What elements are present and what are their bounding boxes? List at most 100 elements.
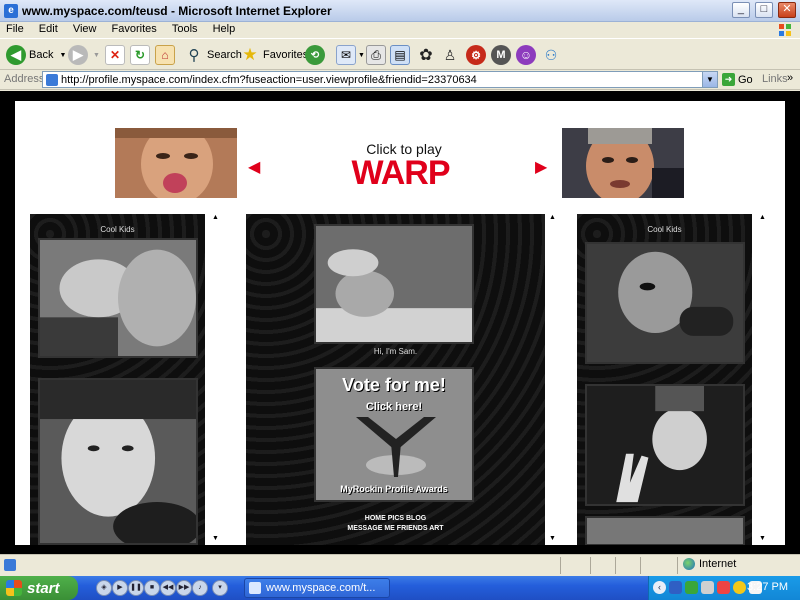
edit-icon: ▤ <box>390 45 410 65</box>
menu-view[interactable]: View <box>67 22 103 36</box>
start-button[interactable]: start <box>0 576 78 600</box>
go-label: Go <box>738 73 753 86</box>
toolbar-icon-m[interactable]: M <box>491 43 511 67</box>
media-volume-icon[interactable]: ♪ <box>192 580 208 596</box>
mail-button[interactable]: ✉ ▼ <box>336 43 365 67</box>
left-arrow-icon[interactable]: ◀ <box>248 157 260 177</box>
status-divider <box>615 557 616 574</box>
scroll-up-icon[interactable]: ▲ <box>212 214 219 221</box>
media-play-icon[interactable]: ▶ <box>112 580 128 596</box>
search-button[interactable]: ⚲ Search <box>184 43 242 67</box>
forward-button[interactable]: ▶ ▼ <box>68 43 100 67</box>
scroll-up-icon[interactable]: ▲ <box>759 214 766 221</box>
back-label: Back <box>29 49 54 61</box>
menu-file[interactable]: File <box>0 22 30 36</box>
tray-volume-icon[interactable] <box>701 581 714 594</box>
vote-title: Vote for me! <box>342 375 446 395</box>
center-profile-panel: Hi, I'm Sam. Vote for me! Click here! My… <box>246 214 545 545</box>
tray-messenger-icon[interactable] <box>733 581 746 594</box>
title-bar[interactable]: e www.myspace.com/teusd - Microsoft Inte… <box>0 0 800 22</box>
browser-viewport: ◀ Click to play WARP ▶ Cool Kids ▲ ▼ Hi,… <box>0 91 800 554</box>
refresh-icon: ↻ <box>130 45 150 65</box>
address-dropdown-icon[interactable]: ▼ <box>702 72 717 87</box>
media-previous-icon[interactable]: ◀◀ <box>160 580 176 596</box>
search-label: Search <box>207 49 242 61</box>
toolbar-icon-gear[interactable]: ⚙ <box>466 43 486 67</box>
links-button[interactable]: Links <box>762 73 788 85</box>
vote-badge[interactable]: Vote for me! Click here! MyRockin Profil… <box>314 367 474 502</box>
taskbar-ie-window[interactable]: www.myspace.com/t... <box>244 578 390 598</box>
zone-label: Internet <box>699 558 737 570</box>
tray-shield-icon[interactable] <box>685 581 698 594</box>
m-badge-icon: M <box>491 45 511 65</box>
left-face-photo[interactable] <box>115 128 237 198</box>
back-arrow-icon: ◀ <box>6 45 26 65</box>
home-button[interactable]: ⌂ <box>155 43 175 67</box>
scroll-up-icon[interactable]: ▲ <box>549 214 556 221</box>
toolbar-icon-messenger[interactable]: ♙ <box>440 43 460 67</box>
go-arrow-icon: ➜ <box>722 73 735 86</box>
center-panel-scrollbar[interactable]: ▲ ▼ <box>546 214 560 545</box>
toolbar-icon-flower[interactable]: ✿ <box>416 43 436 67</box>
task-label: www.myspace.com/t... <box>266 582 376 594</box>
left-photo-2[interactable] <box>38 378 198 545</box>
vote-click-here: Click here! <box>365 401 423 413</box>
forward-dropdown-icon[interactable]: ▼ <box>93 52 100 59</box>
forward-arrow-icon: ▶ <box>68 45 88 65</box>
scroll-down-icon[interactable]: ▼ <box>212 535 219 542</box>
window-title: www.myspace.com/teusd - Microsoft Intern… <box>22 4 332 18</box>
right-panel-scrollbar[interactable]: ▲ ▼ <box>756 214 770 545</box>
scroll-down-icon[interactable]: ▼ <box>549 535 556 542</box>
right-photo-1[interactable] <box>585 242 745 364</box>
banner-warp-title[interactable]: WARP <box>333 154 468 193</box>
toolbar-icon-people[interactable]: ⚇ <box>541 43 561 67</box>
right-photo-3[interactable] <box>585 516 745 545</box>
print-button[interactable]: ⎙ <box>366 43 386 67</box>
mail-dropdown-icon[interactable]: ▼ <box>358 52 365 59</box>
maximize-button[interactable]: □ <box>754 2 773 18</box>
history-button[interactable]: ⟲ <box>305 43 325 67</box>
toolbar-icon-smiley[interactable]: ☺ <box>516 43 536 67</box>
minimize-button[interactable]: _ <box>731 2 750 18</box>
address-input[interactable]: http://profile.myspace.com/index.cfm?fus… <box>42 71 718 88</box>
nav-links-row-2[interactable]: MESSAGE ME FRIENDS ART <box>246 525 545 532</box>
right-face-photo[interactable] <box>562 128 684 198</box>
tray-network-icon[interactable] <box>669 581 682 594</box>
status-bar: Internet <box>0 554 800 576</box>
left-panel-scrollbar[interactable]: ▲ ▼ <box>209 214 223 545</box>
menu-favorites[interactable]: Favorites <box>106 22 163 36</box>
scroll-down-icon[interactable]: ▼ <box>759 535 766 542</box>
system-clock[interactable]: 3:27 PM <box>747 581 788 593</box>
refresh-button[interactable]: ↻ <box>130 43 150 67</box>
tray-expand-icon[interactable]: ‹ <box>653 581 666 594</box>
media-menu-icon[interactable]: ▾ <box>212 580 228 596</box>
left-photo-1[interactable] <box>38 238 198 358</box>
back-button[interactable]: ◀ Back ▼ <box>6 43 66 67</box>
status-divider <box>640 557 641 574</box>
media-pause-icon[interactable]: ❚❚ <box>128 580 144 596</box>
profile-photo[interactable] <box>314 224 474 344</box>
right-panel-caption: Cool Kids <box>647 225 682 234</box>
history-icon: ⟲ <box>305 45 325 65</box>
close-button[interactable]: ✕ <box>778 2 796 18</box>
menu-edit[interactable]: Edit <box>33 22 64 36</box>
nav-links-row-1[interactable]: HOME PICS BLOG <box>246 515 545 522</box>
quicklaunch-media-icon[interactable]: ◈ <box>96 580 112 596</box>
favorites-button[interactable]: ★ Favorites <box>240 43 308 67</box>
stop-button[interactable]: ✕ <box>105 43 125 67</box>
links-chevron-icon[interactable]: » <box>787 72 793 84</box>
windows-logo-icon <box>779 24 791 36</box>
security-zone: Internet <box>683 558 736 570</box>
tray-alert-icon[interactable] <box>717 581 730 594</box>
left-friends-panel: Cool Kids <box>30 214 205 545</box>
back-dropdown-icon[interactable]: ▼ <box>59 52 66 59</box>
media-stop-icon[interactable]: ■ <box>144 580 160 596</box>
go-button[interactable]: ➜ Go <box>722 73 753 86</box>
menu-tools[interactable]: Tools <box>166 22 204 36</box>
menu-help[interactable]: Help <box>207 22 242 36</box>
right-photo-2[interactable] <box>585 384 745 506</box>
media-next-icon[interactable]: ▶▶ <box>176 580 192 596</box>
right-arrow-icon[interactable]: ▶ <box>535 157 547 177</box>
favorites-star-icon: ★ <box>242 45 258 64</box>
edit-button[interactable]: ▤ <box>390 43 410 67</box>
